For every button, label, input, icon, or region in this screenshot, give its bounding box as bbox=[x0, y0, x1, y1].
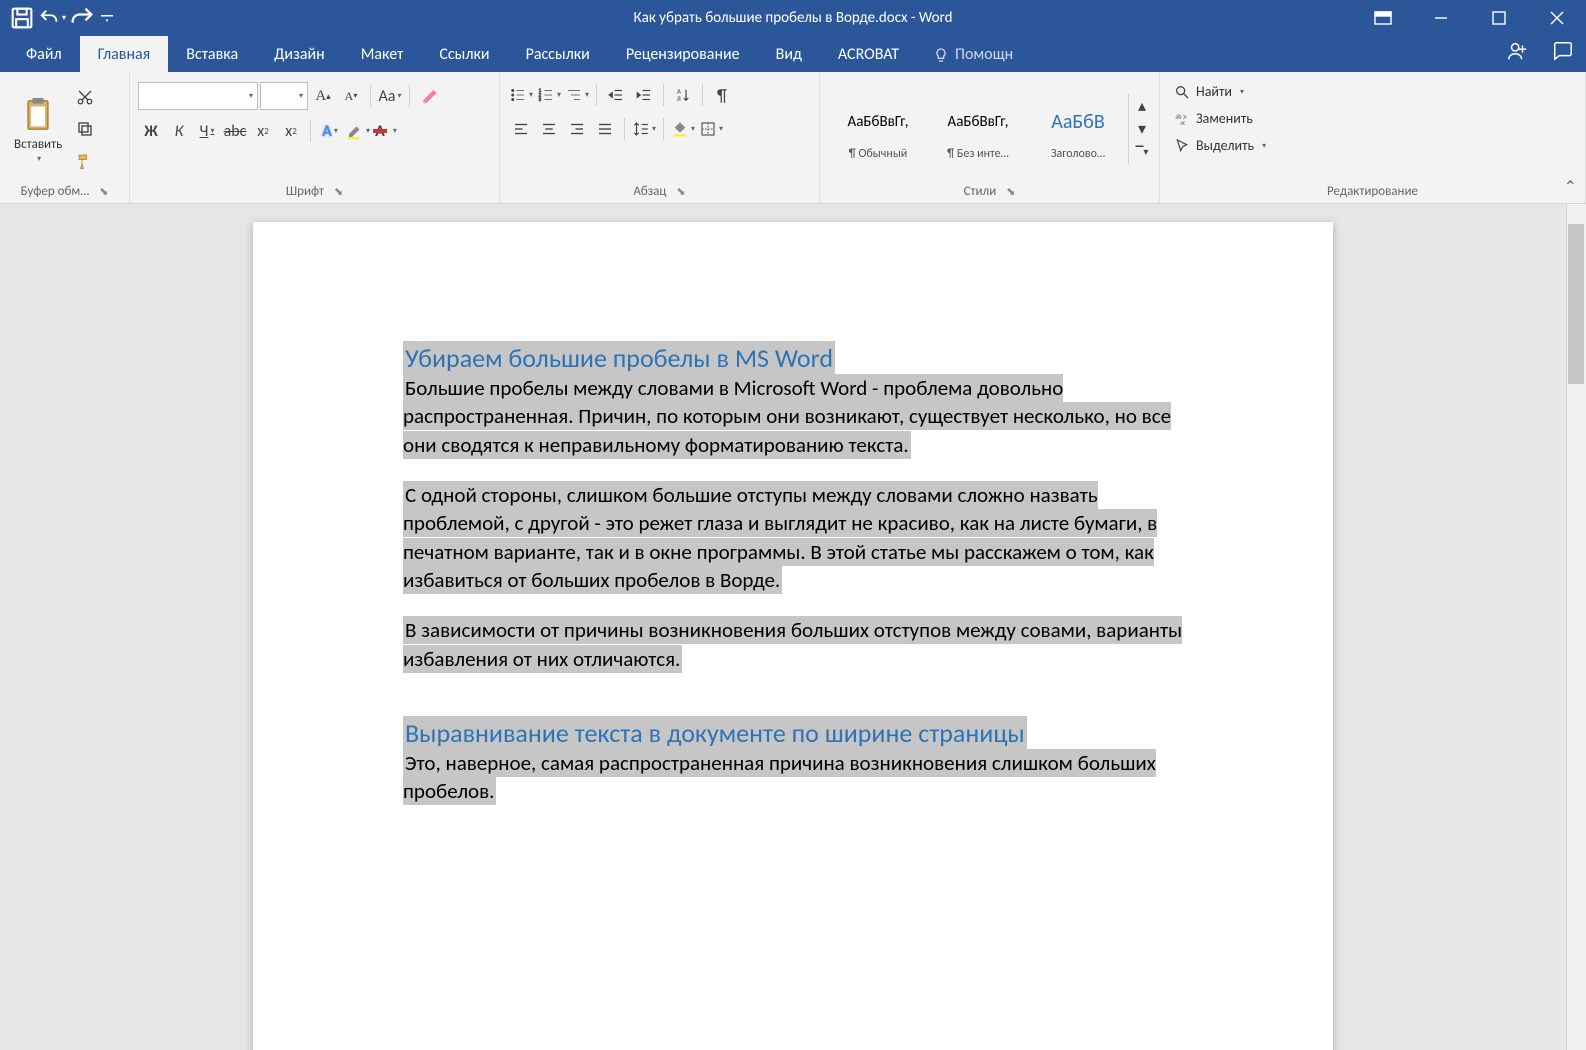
close-button[interactable] bbox=[1528, 0, 1586, 36]
increase-indent-icon[interactable] bbox=[631, 82, 657, 108]
tab-file[interactable]: Файл bbox=[8, 36, 80, 72]
quick-access-toolbar: ▾ bbox=[0, 4, 124, 32]
clipboard-launcher-icon[interactable]: ⬊ bbox=[99, 185, 108, 198]
paragraph-launcher-icon[interactable]: ⬊ bbox=[676, 185, 685, 198]
tab-insert[interactable]: Вставка bbox=[168, 36, 256, 72]
format-painter-icon[interactable] bbox=[72, 148, 98, 174]
align-left-icon[interactable] bbox=[508, 116, 534, 142]
style-heading1[interactable]: АаБбВ Заголово… bbox=[1028, 94, 1128, 164]
style-normal[interactable]: АаБбВвГг, ¶ Обычный bbox=[828, 94, 928, 164]
group-clipboard: Вставить ▾ Буфер обм…⬊ bbox=[0, 72, 130, 203]
lightbulb-icon bbox=[933, 47, 949, 63]
ribbon-tabs: Файл Главная Вставка Дизайн Макет Ссылки… bbox=[0, 36, 1586, 72]
shrink-font-icon[interactable]: A▾ bbox=[338, 83, 364, 109]
bullets-icon[interactable]: ▾ bbox=[508, 82, 534, 108]
styles-row-down-icon[interactable]: ▾ bbox=[1129, 117, 1155, 140]
line-spacing-icon[interactable]: ▾ bbox=[631, 116, 657, 142]
borders-icon[interactable]: ▾ bbox=[698, 116, 724, 142]
change-case-icon[interactable]: Aa▾ bbox=[377, 83, 403, 109]
maximize-button[interactable] bbox=[1470, 0, 1528, 36]
tell-me[interactable]: Помощн bbox=[917, 37, 1029, 72]
subscript-button[interactable]: x2 bbox=[250, 118, 276, 144]
decrease-indent-icon[interactable] bbox=[603, 82, 629, 108]
highlight-icon[interactable]: ▾ bbox=[345, 118, 371, 144]
font-launcher-icon[interactable]: ⬊ bbox=[334, 185, 343, 198]
superscript-button[interactable]: x2 bbox=[278, 118, 304, 144]
tab-design[interactable]: Дизайн bbox=[256, 36, 343, 72]
undo-icon[interactable]: ▾ bbox=[38, 4, 66, 32]
strikethrough-button[interactable]: abc bbox=[222, 118, 248, 144]
sort-icon[interactable]: AЯ bbox=[670, 82, 696, 108]
tab-mailings[interactable]: Рассылки bbox=[508, 36, 608, 72]
svg-text:ac: ac bbox=[1180, 118, 1186, 126]
cursor-icon bbox=[1174, 138, 1190, 154]
replace-button[interactable]: abac Заменить bbox=[1168, 107, 1259, 130]
style-no-spacing[interactable]: АаБбВвГг, ¶ Без инте… bbox=[928, 94, 1028, 164]
font-name-select[interactable]: ▾ bbox=[138, 82, 258, 110]
ribbon: Вставить ▾ Буфер обм…⬊ ▾ ▾ A▴ A▾ Aa▾ bbox=[0, 72, 1586, 204]
shading-icon[interactable]: ▾ bbox=[670, 116, 696, 142]
show-marks-icon[interactable]: ¶ bbox=[709, 82, 735, 108]
paragraph[interactable]: С одной стороны, слишком большие отступы… bbox=[403, 481, 1157, 594]
comments-icon[interactable] bbox=[1552, 40, 1574, 67]
save-icon[interactable] bbox=[8, 4, 36, 32]
redo-icon[interactable] bbox=[68, 4, 96, 32]
qat-customize-icon[interactable] bbox=[98, 4, 116, 32]
underline-button[interactable]: Ч▾ bbox=[194, 118, 220, 144]
collapse-ribbon-icon[interactable]: ⌃ bbox=[1564, 177, 1577, 197]
align-right-icon[interactable] bbox=[564, 116, 590, 142]
bold-button[interactable]: Ж bbox=[138, 118, 164, 144]
styles-expand-icon[interactable]: ▔▾ bbox=[1129, 140, 1155, 163]
align-center-icon[interactable] bbox=[536, 116, 562, 142]
copy-icon[interactable] bbox=[72, 116, 98, 142]
justify-icon[interactable] bbox=[592, 116, 618, 142]
font-color-icon[interactable]: A▾ bbox=[373, 118, 399, 144]
heading-2[interactable]: Выравнивание текста в документе по ширин… bbox=[403, 716, 1027, 750]
paragraph[interactable]: Это, наверное, самая распространенная пр… bbox=[403, 749, 1156, 805]
group-styles: АаБбВвГг, ¶ Обычный АаБбВвГг, ¶ Без инте… bbox=[820, 72, 1160, 203]
find-button[interactable]: Найти▾ bbox=[1168, 80, 1250, 103]
select-button[interactable]: Выделить▾ bbox=[1168, 134, 1272, 157]
group-paragraph: ▾ 123▾ ▾ AЯ ¶ ▾ ▾ ▾ bbox=[500, 72, 820, 203]
tab-view[interactable]: Вид bbox=[758, 36, 820, 72]
paste-button[interactable]: Вставить ▾ bbox=[8, 95, 68, 164]
paragraph[interactable]: В зависимости от причины возникновения б… bbox=[403, 616, 1182, 672]
heading-1[interactable]: Убираем большие пробелы в MS Word bbox=[403, 341, 835, 375]
group-editing: Найти▾ abac Заменить Выделить▾ Редактиро… bbox=[1160, 72, 1586, 203]
styles-launcher-icon[interactable]: ⬊ bbox=[1006, 185, 1015, 198]
clear-formatting-icon[interactable] bbox=[416, 83, 442, 109]
styles-gallery[interactable]: АаБбВвГг, ¶ Обычный АаБбВвГг, ¶ Без инте… bbox=[828, 90, 1155, 168]
styles-row-up-icon[interactable]: ▴ bbox=[1129, 94, 1155, 117]
cut-icon[interactable] bbox=[72, 84, 98, 110]
svg-text:Я: Я bbox=[677, 95, 681, 103]
window-controls bbox=[1354, 0, 1586, 36]
tab-home[interactable]: Главная bbox=[80, 36, 169, 72]
grow-font-icon[interactable]: A▴ bbox=[310, 83, 336, 109]
multilevel-list-icon[interactable]: ▾ bbox=[564, 82, 590, 108]
vertical-scrollbar[interactable] bbox=[1566, 204, 1586, 1050]
font-size-select[interactable]: ▾ bbox=[260, 82, 308, 110]
search-icon bbox=[1174, 84, 1190, 100]
tab-layout[interactable]: Макет bbox=[343, 36, 422, 72]
numbering-icon[interactable]: 123▾ bbox=[536, 82, 562, 108]
minimize-button[interactable] bbox=[1412, 0, 1470, 36]
ribbon-display-options-icon[interactable] bbox=[1354, 0, 1412, 36]
italic-button[interactable]: К bbox=[166, 118, 192, 144]
share-icon[interactable] bbox=[1506, 40, 1528, 67]
paragraph[interactable]: Большие пробелы между словами в Microsof… bbox=[403, 374, 1171, 459]
group-font: ▾ ▾ A▴ A▾ Aa▾ Ж К Ч▾ abc x2 x2 A▾ ▾ A▾ bbox=[130, 72, 500, 203]
document-area[interactable]: Убираем большие пробелы в MS Word Больши… bbox=[0, 204, 1586, 1050]
title-bar: ▾ Как убрать большие пробелы в Ворде.doc… bbox=[0, 0, 1586, 36]
text-effects-icon[interactable]: A▾ bbox=[317, 118, 343, 144]
scroll-thumb[interactable] bbox=[1568, 224, 1584, 384]
svg-text:3: 3 bbox=[538, 97, 541, 103]
replace-icon: abac bbox=[1174, 111, 1190, 127]
tab-review[interactable]: Рецензирование bbox=[608, 36, 758, 72]
window-title: Как убрать большие пробелы в Ворде.docx … bbox=[634, 9, 953, 27]
tab-references[interactable]: Ссылки bbox=[421, 36, 507, 72]
tab-acrobat[interactable]: ACROBAT bbox=[820, 36, 917, 72]
document-page[interactable]: Убираем большие пробелы в MS Word Больши… bbox=[253, 222, 1333, 1050]
clipboard-icon bbox=[21, 95, 55, 135]
